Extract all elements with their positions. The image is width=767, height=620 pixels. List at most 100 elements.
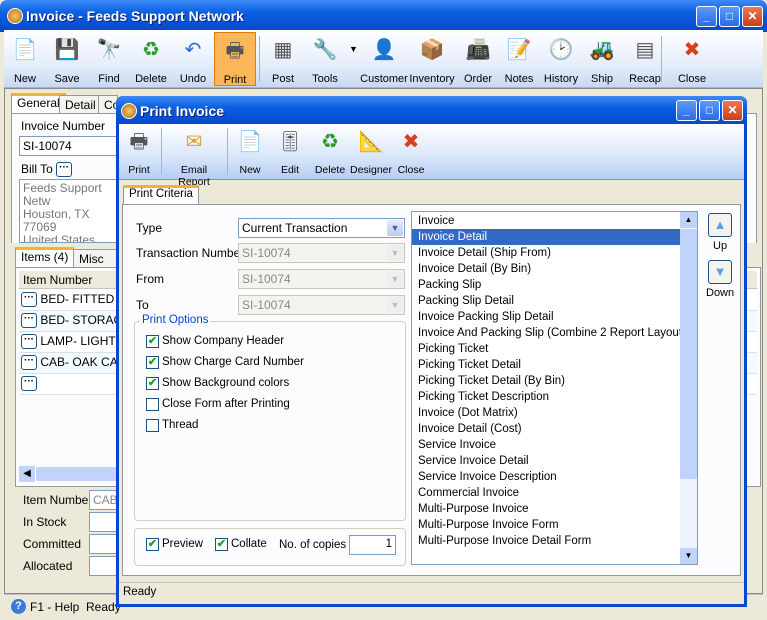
to-label: To — [136, 298, 149, 312]
report-list-item[interactable]: Picking Ticket Detail (By Bin) — [412, 373, 680, 389]
tools-dropdown-arrow-icon[interactable]: ▼ — [349, 44, 358, 54]
scroll-up-button[interactable]: ▲ — [680, 212, 697, 228]
from-value: SI-10074 — [242, 272, 291, 286]
history-icon: 🕑 — [548, 39, 574, 61]
dialog-print-button[interactable]: 🖶 Print — [118, 124, 160, 178]
allocated-field[interactable] — [89, 556, 119, 576]
tab-co[interactable]: Co — [98, 95, 118, 115]
toolbar-inventory-button[interactable]: 📦 Inventory — [409, 32, 454, 86]
option-checkbox[interactable]: ✔ — [146, 335, 159, 348]
report-list-item[interactable]: Invoice Detail (Cost) — [412, 421, 680, 437]
report-list-item[interactable]: Picking Ticket Detail — [412, 357, 680, 373]
report-list-item[interactable]: Multi-Purpose Invoice — [412, 501, 680, 517]
option-label: Show Background colors — [162, 377, 290, 389]
horizontal-scrollbar[interactable] — [36, 467, 126, 481]
toolbar-customer-button[interactable]: 👤 Customer — [360, 32, 408, 86]
option-checkbox[interactable]: ✔ — [146, 356, 159, 369]
toolbar-recap-button[interactable]: ▤ Recap — [624, 32, 666, 86]
report-list-item[interactable]: Service Invoice — [412, 437, 680, 453]
item-lookup-button[interactable]: ··· — [21, 313, 37, 329]
bill-to-lookup-button[interactable]: ··· — [56, 162, 73, 178]
report-list-item[interactable]: Invoice Detail (Ship From) — [412, 245, 680, 261]
report-list-item[interactable]: Invoice And Packing Slip (Combine 2 Repo… — [412, 325, 686, 341]
report-list-item[interactable]: Commercial Invoice — [412, 485, 680, 501]
item-lookup-button[interactable]: ··· — [21, 355, 37, 371]
binoculars-icon: 🔭 — [96, 39, 122, 61]
bill-to-address[interactable]: Feeds Support Netw Houston, TX 77069 Uni… — [19, 179, 129, 243]
option-checkbox[interactable] — [146, 419, 159, 432]
print-options-title: Print Options — [140, 314, 211, 326]
chevron-down-icon: ▼ — [387, 220, 403, 236]
report-list-item[interactable]: Service Invoice Description — [412, 469, 680, 485]
toolbar-label: Close — [397, 164, 425, 176]
dialog-close-window-button[interactable]: ✕ — [722, 100, 743, 121]
copies-field[interactable]: 1 — [349, 535, 396, 555]
inventory-icon: 📦 — [419, 39, 445, 61]
up-label: Up — [713, 240, 728, 252]
move-down-button[interactable]: ▼ — [708, 260, 732, 284]
scroll-down-button[interactable]: ▼ — [680, 548, 697, 564]
from-select[interactable]: SI-10074 ▼ — [238, 269, 405, 289]
report-list-item[interactable]: Service Invoice Detail — [412, 453, 680, 469]
report-list-item[interactable]: Multi-Purpose Invoice Form — [412, 517, 680, 533]
dialog-maximize-button[interactable]: □ — [699, 100, 720, 121]
collate-checkbox[interactable]: ✔ — [215, 538, 228, 551]
vertical-scrollbar[interactable]: ▲ ▼ — [680, 212, 697, 564]
type-select[interactable]: Current Transaction ▼ — [238, 218, 405, 238]
report-list[interactable]: Invoice Invoice Detail Invoice Detail (Shi… — [411, 211, 698, 565]
item-lookup-button[interactable]: ··· — [21, 292, 37, 308]
option-checkbox[interactable]: ✔ — [146, 377, 159, 390]
report-list-item[interactable]: Packing Slip — [412, 277, 680, 293]
tab-items[interactable]: Items (4) — [15, 247, 75, 267]
address-line: Feeds Support Netw — [23, 181, 102, 208]
maximize-button[interactable]: □ — [719, 6, 740, 27]
report-list-item[interactable]: Invoice Detail — [412, 229, 680, 245]
help-text[interactable]: F1 - Help — [30, 600, 79, 614]
order-icon: 📠 — [465, 39, 491, 61]
toolbar-close-button[interactable]: ✖ Close — [671, 32, 713, 86]
toolbar-tools-button[interactable]: 🔧 Tools — [304, 32, 346, 86]
item-lookup-button[interactable]: ··· — [21, 334, 37, 350]
report-list-item[interactable]: Picking Ticket Description — [412, 389, 680, 405]
report-list-item[interactable]: Invoice Packing Slip Detail — [412, 309, 680, 325]
transaction-number-select[interactable]: SI-10074 ▼ — [238, 243, 405, 263]
undo-icon: ↶ — [184, 39, 202, 61]
in-stock-field[interactable] — [89, 512, 119, 532]
option-checkbox[interactable] — [146, 398, 159, 411]
scroll-left-button[interactable]: ◀ — [19, 466, 35, 482]
recycle-bin-icon: ♻ — [142, 39, 160, 61]
print-criteria-panel: Type Current Transaction ▼ Transaction Nu… — [122, 204, 741, 576]
item-lookup-button[interactable]: ··· — [21, 376, 37, 392]
report-list-item[interactable]: Invoice (Dot Matrix) — [412, 405, 680, 421]
toolbar-label: Tools — [312, 73, 338, 85]
edit-icon: 🎚 — [277, 131, 303, 153]
toolbar-print-button[interactable]: 🖶 Print — [214, 32, 256, 86]
move-up-button[interactable]: ▲ — [708, 213, 732, 237]
invoice-number-field[interactable]: SI-10074 — [19, 136, 129, 156]
toolbar-separator — [161, 128, 162, 174]
printer-icon: 🖶 — [225, 40, 245, 62]
new-icon: 📄 — [12, 39, 38, 61]
item-number-field[interactable]: CAB- — [89, 490, 122, 510]
report-list-item[interactable]: Invoice — [412, 213, 680, 229]
report-list-item[interactable]: Invoice Detail (By Bin) — [412, 261, 680, 277]
tab-detail[interactable]: Detail — [59, 95, 102, 115]
to-select[interactable]: SI-10074 ▼ — [238, 295, 405, 315]
new-icon: 📄 — [237, 131, 263, 153]
printer-icon: 🖶 — [129, 131, 149, 153]
customer-icon: 👤 — [371, 39, 397, 61]
report-list-item[interactable]: Multi-Purpose Invoice Detail Form — [412, 533, 680, 549]
report-list-item[interactable]: Packing Slip Detail — [412, 293, 680, 309]
dialog-minimize-button[interactable]: _ — [676, 100, 697, 121]
tab-print-criteria[interactable]: Print Criteria — [123, 185, 199, 205]
tab-general[interactable]: General — [11, 93, 66, 113]
close-window-button[interactable]: ✕ — [742, 6, 763, 27]
dialog-close-button[interactable]: ✖ Close — [390, 124, 432, 178]
allocated-label: Allocated — [23, 559, 73, 573]
preview-checkbox[interactable]: ✔ — [146, 538, 159, 551]
minimize-button[interactable]: _ — [696, 6, 717, 27]
report-list-item[interactable]: Picking Ticket — [412, 341, 680, 357]
dialog-email-report-button[interactable]: ✉ Email Report — [173, 124, 215, 188]
committed-field[interactable] — [89, 534, 119, 554]
scroll-thumb[interactable] — [680, 229, 697, 479]
